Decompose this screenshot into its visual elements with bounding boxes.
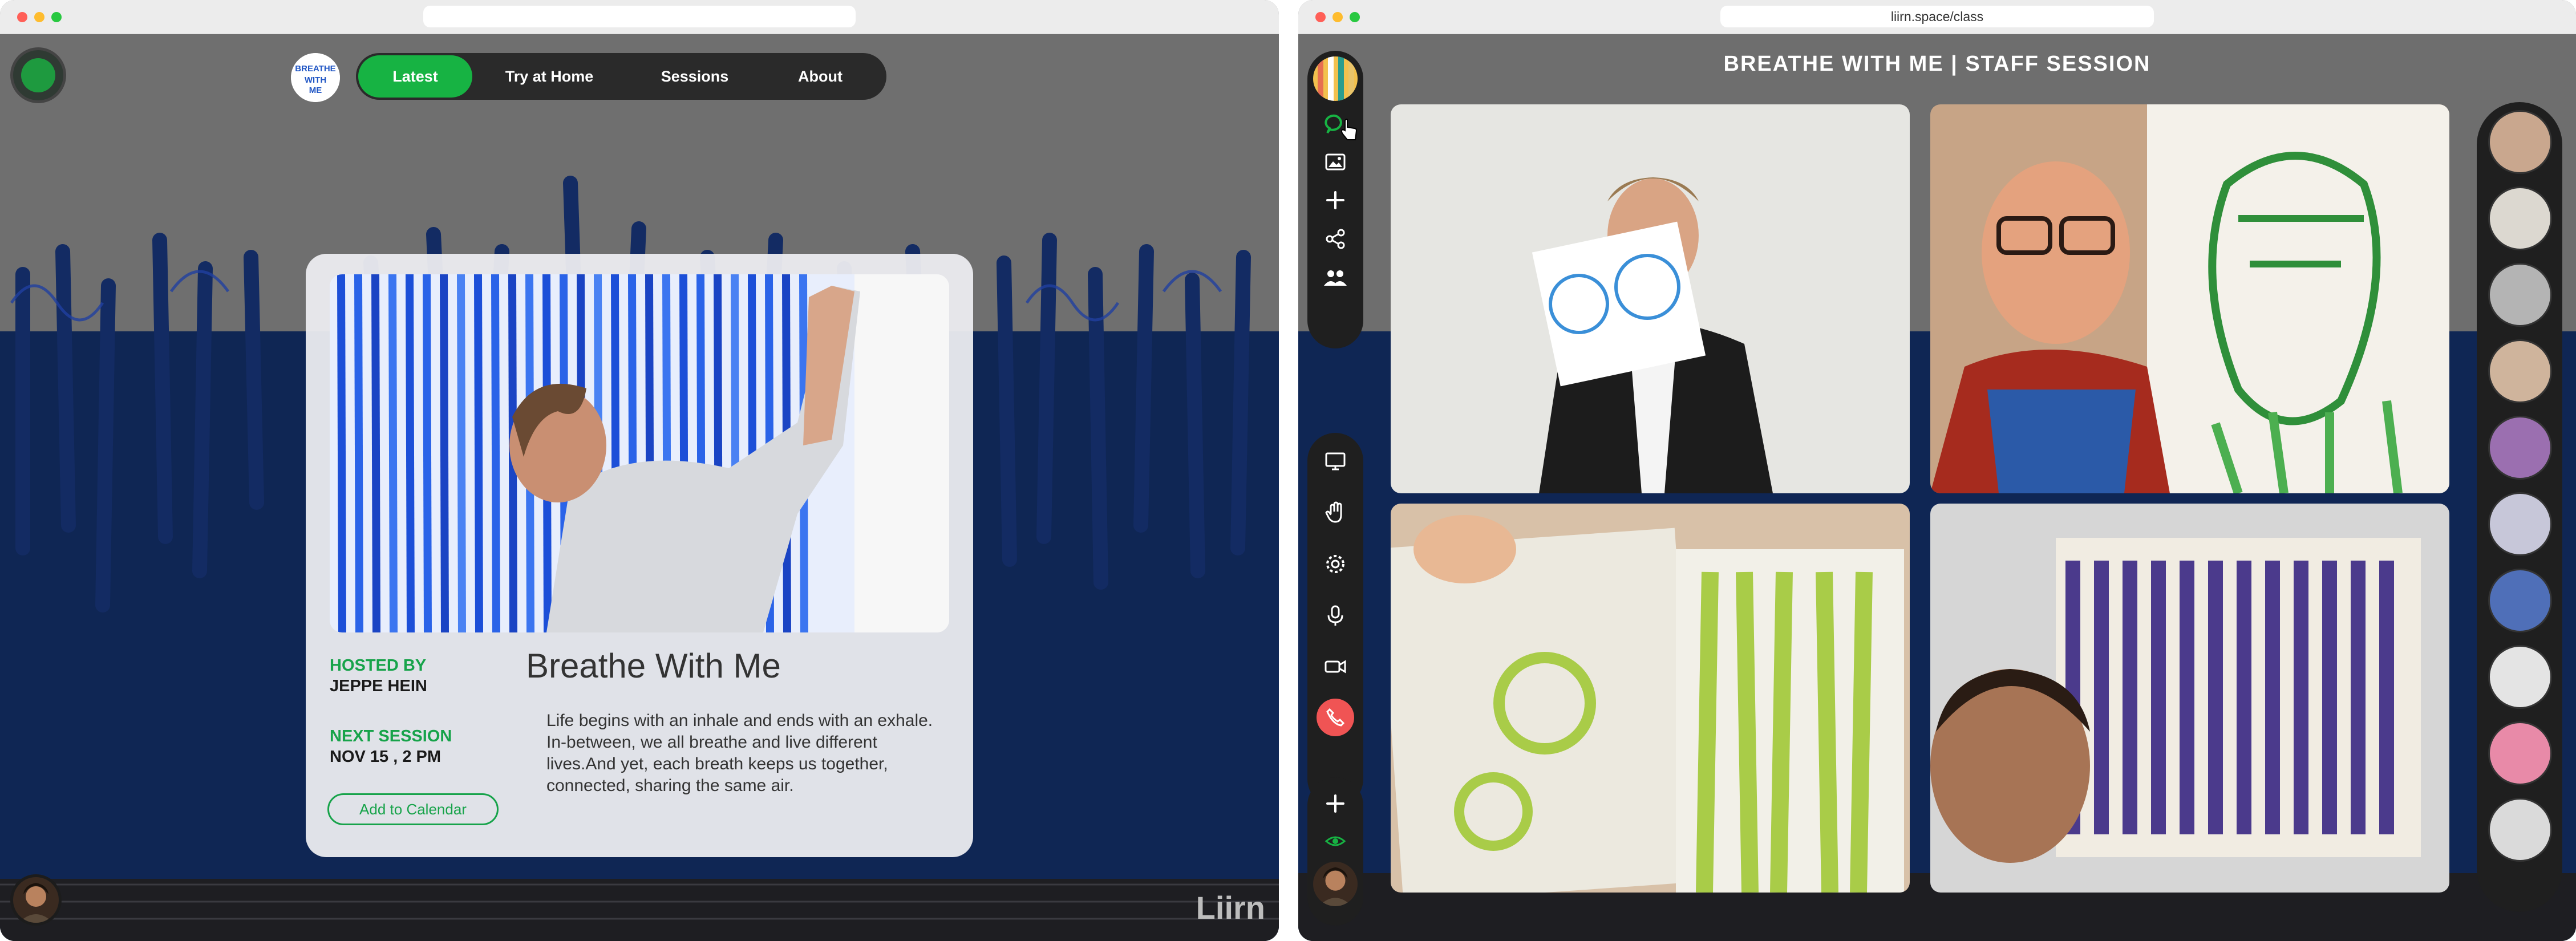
add-to-calendar-button[interactable]: Add to Calendar: [327, 793, 499, 825]
cursor-icon: [1339, 118, 1358, 141]
nav-tab-about[interactable]: About: [763, 55, 877, 98]
participant-avatar[interactable]: [2488, 798, 2552, 862]
user-avatar[interactable]: [1313, 862, 1358, 906]
minimize-window-button[interactable]: [1332, 12, 1343, 22]
session-title: Breathe With Me: [526, 647, 781, 685]
video-tile-2[interactable]: [1930, 104, 2449, 493]
microphone-icon[interactable]: [1322, 602, 1349, 629]
svg-text:ME: ME: [309, 86, 322, 95]
browser-chrome: liirn.space/class: [1298, 0, 2576, 34]
close-window-button[interactable]: [1315, 12, 1326, 22]
address-bar[interactable]: [423, 6, 856, 27]
session-hero-image: [330, 274, 949, 632]
video-tile-4[interactable]: [1930, 504, 2449, 893]
main-navigation: Latest Try at Home Sessions About: [356, 53, 886, 100]
hosted-by-label: HOSTED BY: [330, 656, 427, 675]
participant-avatar[interactable]: [2488, 110, 2552, 174]
plus-icon[interactable]: [1322, 186, 1349, 214]
participant-avatar[interactable]: [2488, 492, 2552, 556]
camera-icon[interactable]: [1322, 653, 1349, 680]
participants-panel: [2477, 102, 2562, 912]
call-controls: [1307, 433, 1363, 807]
end-call-icon: [1326, 708, 1345, 727]
nav-tab-latest[interactable]: Latest: [358, 55, 472, 98]
add-icon[interactable]: [1322, 790, 1349, 817]
class-room: BREATHE WITH ME | STAFF SESSION: [1298, 35, 2576, 941]
minimize-window-button[interactable]: [34, 12, 44, 22]
breathe-with-me-badge[interactable]: BREATHE WITH ME: [291, 53, 340, 102]
participant-avatar[interactable]: [2488, 186, 2552, 250]
participant-avatar[interactable]: [2488, 569, 2552, 632]
video-tile-1[interactable]: [1391, 104, 1910, 493]
class-toolbar: [1307, 51, 1363, 348]
session-card: HOSTED BY JEPPE HEIN NEXT SESSION NOV 15…: [306, 254, 973, 857]
people-icon[interactable]: [1322, 264, 1349, 291]
session-description: Life begins with an inhale and ends with…: [546, 711, 933, 795]
left-browser-window: BREATHE WITH ME Latest Try at Home Sessi…: [0, 0, 1279, 941]
image-icon[interactable]: [1322, 148, 1349, 175]
video-tile-3[interactable]: [1391, 504, 1910, 893]
screen-share-icon[interactable]: [1322, 448, 1349, 475]
browser-chrome: [0, 0, 1279, 34]
maximize-window-button[interactable]: [51, 12, 62, 22]
participant-avatar[interactable]: [2488, 416, 2552, 480]
participant-avatar[interactable]: [2488, 339, 2552, 403]
close-window-button[interactable]: [17, 12, 27, 22]
extra-controls: [1307, 777, 1363, 926]
participant-avatar[interactable]: [2488, 645, 2552, 709]
class-logo[interactable]: [1313, 56, 1358, 101]
right-browser-window: liirn.space/class BREATHE WITH ME | STAF…: [1298, 0, 2576, 941]
session-title: BREATHE WITH ME | STAFF SESSION: [1723, 52, 2151, 76]
share-icon[interactable]: [1322, 225, 1349, 253]
settings-icon[interactable]: [1322, 550, 1349, 578]
participant-avatar[interactable]: [2488, 263, 2552, 327]
next-session-time: NOV 15 , 2 PM: [330, 748, 442, 766]
liirn-brand-logo: Liirn: [1196, 890, 1265, 926]
page-content: BREATHE WITH ME Latest Try at Home Sessi…: [0, 35, 1279, 941]
next-session-label: NEXT SESSION: [330, 727, 452, 745]
nav-tab-sessions[interactable]: Sessions: [626, 55, 763, 98]
address-bar[interactable]: liirn.space/class: [1720, 6, 2154, 27]
eye-icon[interactable]: [1322, 828, 1349, 855]
svg-text:BREATHE: BREATHE: [295, 64, 335, 74]
svg-text:WITH: WITH: [305, 75, 326, 85]
maximize-window-button[interactable]: [1350, 12, 1360, 22]
end-call-button[interactable]: [1317, 699, 1354, 736]
site-logo[interactable]: [10, 47, 66, 103]
participant-avatar[interactable]: [2488, 721, 2552, 785]
user-avatar[interactable]: [10, 874, 62, 926]
nav-tab-try-at-home[interactable]: Try at Home: [472, 55, 626, 98]
host-name: JEPPE HEIN: [330, 677, 427, 695]
raise-hand-icon[interactable]: [1322, 499, 1349, 526]
